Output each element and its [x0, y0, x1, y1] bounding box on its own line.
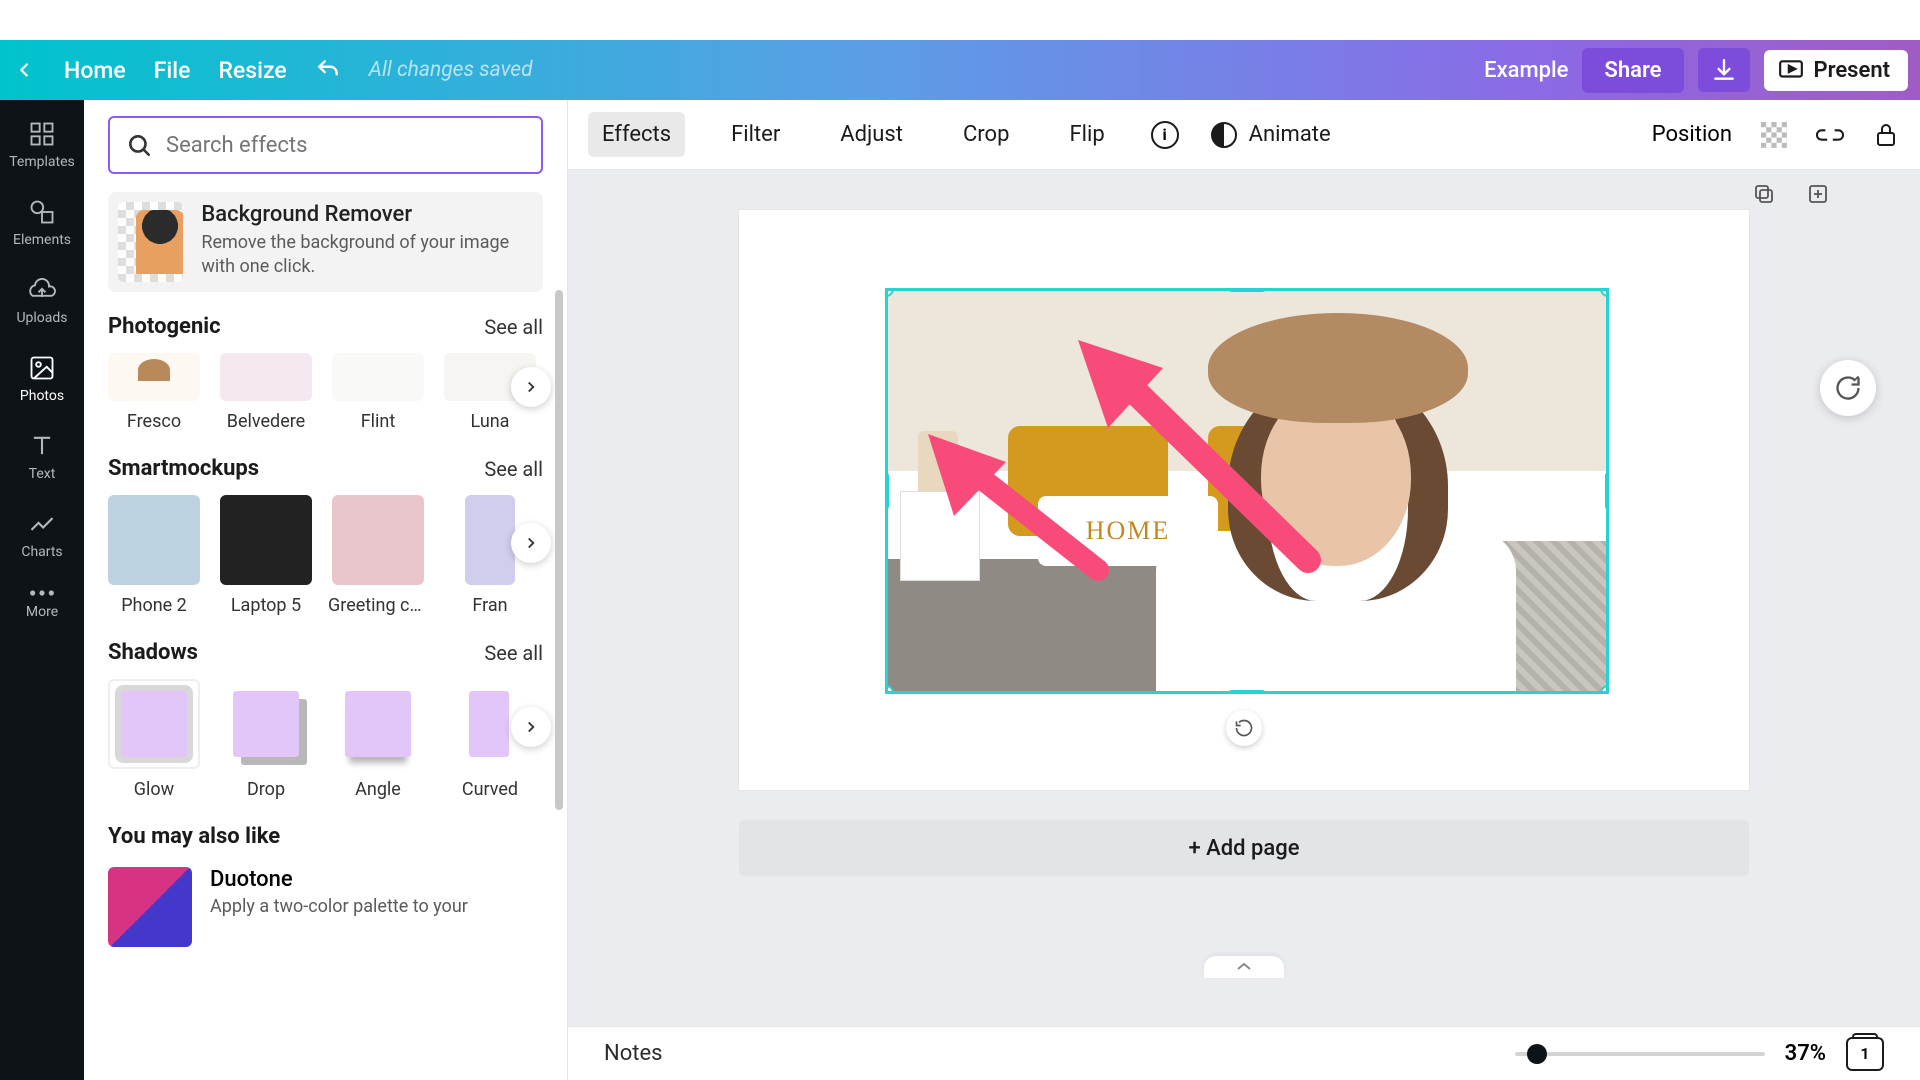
background-remover-card[interactable]: Background Remover Remove the background… — [108, 192, 543, 292]
effect-duotone-card[interactable]: Duotone Apply a two-color palette to you… — [108, 867, 543, 947]
shadow-angle[interactable]: Angle — [332, 679, 424, 800]
info-icon[interactable]: i — [1151, 121, 1179, 149]
section-title-shadows: Shadows — [108, 640, 198, 665]
zoom-slider-thumb[interactable] — [1527, 1044, 1547, 1064]
image-toolbar: Effects Filter Adjust Crop Flip i Animat… — [568, 100, 1920, 170]
page-count-button[interactable]: 1 — [1846, 1037, 1884, 1071]
animate-icon — [1211, 122, 1237, 148]
shadows-next-button[interactable] — [511, 707, 551, 747]
background-remover-title: Background Remover — [201, 202, 533, 227]
nav-sidebar: Templates Elements Uploads Photos Text C… — [0, 100, 84, 1080]
search-icon — [126, 132, 152, 158]
rotate-handle[interactable] — [1226, 710, 1262, 746]
file-menu[interactable]: File — [154, 57, 191, 84]
annotation-arrow-bg-remover — [888, 420, 1128, 590]
present-button[interactable]: Present — [1764, 50, 1909, 91]
section-title-you-may-also-like: You may also like — [108, 824, 543, 849]
resize-handle-right[interactable] — [1605, 471, 1609, 511]
resize-handle-bottom[interactable] — [1227, 690, 1267, 694]
effect-flint[interactable]: Flint — [332, 353, 424, 432]
undo-button[interactable] — [315, 57, 341, 83]
nav-templates[interactable]: Templates — [9, 120, 75, 170]
resize-handle-br[interactable] — [1600, 685, 1609, 694]
position-button[interactable]: Position — [1652, 122, 1732, 147]
mockup-greeting-card[interactable]: Greeting car... — [332, 495, 424, 616]
nav-more[interactable]: More — [26, 588, 58, 620]
mockup-phone-2[interactable]: Phone 2 — [108, 495, 200, 616]
effect-fresco[interactable]: Fresco — [108, 353, 200, 432]
effects-button[interactable]: Effects — [588, 112, 685, 157]
duotone-desc: Apply a two-color palette to your — [210, 896, 468, 917]
collapse-tab[interactable] — [1204, 956, 1284, 978]
home-link[interactable]: Home — [64, 57, 126, 84]
zoom-value: 37% — [1785, 1041, 1826, 1066]
canvas-area[interactable]: HOME — [568, 170, 1920, 1026]
resize-handle-tl[interactable] — [885, 288, 894, 297]
nav-uploads[interactable]: Uploads — [16, 276, 67, 326]
bottom-bar: Notes 37% 1 — [568, 1026, 1920, 1080]
duotone-thumb — [108, 867, 192, 947]
nav-charts[interactable]: Charts — [21, 510, 62, 560]
crop-button[interactable]: Crop — [949, 112, 1023, 157]
shadow-drop[interactable]: Drop — [220, 679, 312, 800]
smartmockups-next-button[interactable] — [511, 523, 551, 563]
nav-text[interactable]: Text — [28, 432, 56, 482]
floating-action-button[interactable] — [1820, 360, 1876, 416]
lock-icon[interactable] — [1872, 121, 1900, 149]
back-button[interactable] — [12, 58, 36, 82]
transparency-icon[interactable] — [1760, 121, 1788, 149]
see-all-photogenic[interactable]: See all — [484, 315, 543, 339]
editor-area: Effects Filter Adjust Crop Flip i Animat… — [568, 100, 1920, 1080]
nav-elements[interactable]: Elements — [13, 198, 71, 248]
background-remover-desc: Remove the background of your image with… — [201, 231, 533, 280]
filter-button[interactable]: Filter — [717, 112, 794, 157]
add-page-button[interactable]: + Add page — [739, 820, 1749, 876]
flip-button[interactable]: Flip — [1055, 112, 1118, 157]
save-status: All changes saved — [369, 58, 533, 82]
share-button[interactable]: Share — [1582, 48, 1683, 93]
download-button[interactable] — [1698, 48, 1750, 92]
animate-button[interactable]: Animate — [1249, 112, 1345, 157]
duplicate-page-icon[interactable] — [1752, 182, 1776, 206]
effect-belvedere[interactable]: Belvedere — [220, 353, 312, 432]
mockup-laptop-5[interactable]: Laptop 5 — [220, 495, 312, 616]
see-all-smartmockups[interactable]: See all — [484, 457, 543, 481]
section-title-photogenic: Photogenic — [108, 314, 221, 339]
resize-handle-top[interactable] — [1227, 288, 1267, 292]
panel-scrollbar[interactable] — [555, 290, 563, 810]
background-remover-thumb — [118, 202, 183, 282]
shadow-glow[interactable]: Glow — [108, 679, 200, 800]
photogenic-next-button[interactable] — [511, 367, 551, 407]
section-title-smartmockups: Smartmockups — [108, 456, 259, 481]
search-effects-input[interactable] — [108, 116, 543, 174]
adjust-button[interactable]: Adjust — [826, 112, 917, 157]
add-page-icon[interactable] — [1806, 182, 1830, 206]
effects-panel: Background Remover Remove the background… — [84, 100, 568, 1080]
duotone-title: Duotone — [210, 867, 468, 892]
link-icon[interactable] — [1816, 121, 1844, 149]
resize-button[interactable]: Resize — [218, 57, 286, 84]
app-header: Home File Resize All changes saved Examp… — [0, 40, 1920, 100]
resize-handle-tr[interactable] — [1600, 288, 1609, 297]
see-all-shadows[interactable]: See all — [484, 641, 543, 665]
nav-photos[interactable]: Photos — [20, 354, 64, 404]
design-title[interactable]: Example — [1484, 58, 1568, 83]
notes-button[interactable]: Notes — [604, 1041, 662, 1066]
zoom-slider[interactable] — [1515, 1052, 1765, 1056]
